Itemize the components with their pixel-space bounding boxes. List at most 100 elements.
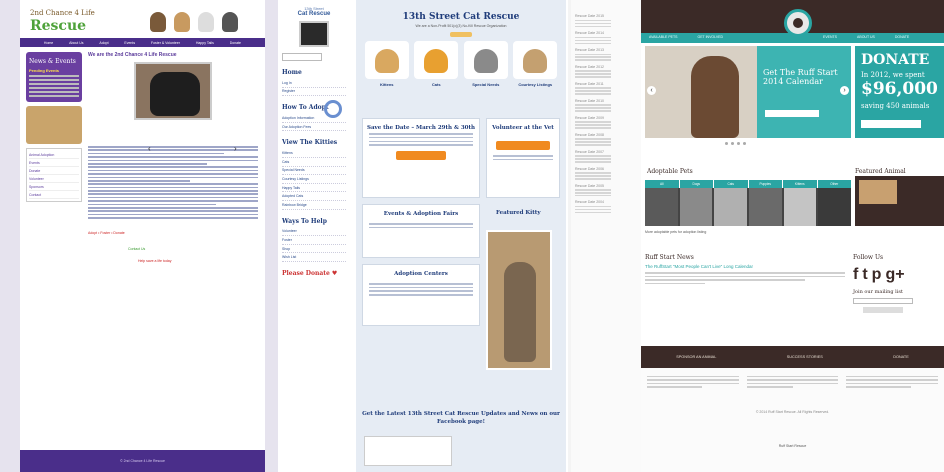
tab-dogs[interactable]: Dogs (679, 180, 713, 188)
adopt-item[interactable]: Our Adoption Fees (282, 123, 346, 132)
archive-item[interactable]: Rescue Date 2011 (575, 82, 637, 86)
save-date-button[interactable] (396, 150, 446, 160)
slider-next-icon[interactable]: › (840, 86, 849, 95)
nav-item-events[interactable]: EVENTS (823, 35, 837, 41)
subscribe-button[interactable] (863, 307, 903, 313)
menu-item[interactable]: Donate (29, 167, 79, 175)
pet-thumbnail[interactable] (679, 188, 713, 226)
tab-puppies[interactable]: Puppies (748, 180, 782, 188)
menu-item[interactable]: Animal Adoption (29, 151, 79, 159)
menu-item[interactable]: Contact (29, 191, 79, 199)
nav-item-about[interactable]: ABOUT US (857, 35, 875, 41)
more-pets-link[interactable]: More adoptable pets for adoption listing (645, 230, 706, 234)
category-kittens[interactable]: Kittens (364, 41, 409, 87)
archive-item[interactable]: Rescue Date 2015 (575, 14, 637, 18)
donate-button[interactable] (861, 120, 921, 128)
logo-line-2[interactable]: Rescue (30, 18, 86, 34)
archive-item[interactable]: Rescue Date 2007 (575, 150, 637, 154)
kitties-item[interactable]: Special Needs (282, 167, 346, 176)
help-item[interactable]: Volunteer (282, 228, 346, 237)
archive-item[interactable]: Rescue Date 2014 (575, 31, 637, 35)
nav-item-events[interactable]: Events (124, 41, 135, 45)
archive-item[interactable]: Rescue Date 2008 (575, 133, 637, 137)
slide-prev-icon[interactable]: ‹ (148, 144, 155, 153)
nav-item-donate[interactable]: DONATE (895, 35, 909, 41)
success-link[interactable]: SUCCESS STORIES (787, 355, 823, 359)
nav-item-get-involved[interactable]: GET INVOLVED (697, 35, 723, 41)
nav-item-adopt[interactable]: Adopt (99, 41, 108, 45)
tab-kittens[interactable]: Kittens (783, 180, 817, 188)
nav-item-donate[interactable]: Donate (230, 41, 241, 45)
kitties-item[interactable]: Happy Tails (282, 184, 346, 193)
donate-banner[interactable]: DONATE In 2012, we spent $96,000 saving … (855, 46, 944, 138)
kitties-item[interactable]: Kittens (282, 149, 346, 158)
slider-prev-icon[interactable]: ‹ (647, 86, 656, 95)
logo-line-1[interactable]: 2nd Chance 4 Life (30, 9, 95, 17)
facebook-widget[interactable] (364, 436, 452, 466)
kitties-item[interactable]: Cats (282, 158, 346, 167)
kitty-thumbnail[interactable] (299, 21, 329, 47)
kitties-item[interactable]: Courtesy Listings (282, 175, 346, 184)
donate-link[interactable]: DONATE (893, 355, 909, 359)
help-item[interactable]: Wish List (282, 253, 346, 262)
menu-item[interactable]: Events (29, 159, 79, 167)
news-link[interactable]: The RuffStart "Most People Can't Live" L… (645, 264, 845, 269)
slider-dots[interactable] (725, 142, 746, 145)
contact-link[interactable]: Contact Us (128, 247, 258, 251)
calendar-button[interactable] (765, 110, 819, 117)
featured-kitty-photo[interactable] (486, 230, 552, 370)
volunteer-button[interactable] (496, 141, 550, 150)
home-item[interactable]: Log In (282, 79, 346, 88)
pet-thumbnail[interactable] (714, 188, 748, 226)
archive-item[interactable]: Rescue Date 2005 (575, 184, 637, 188)
help-item[interactable]: Shop (282, 245, 346, 254)
nav-item-foster[interactable]: Foster & Volunteer (151, 41, 180, 45)
menu-item[interactable]: Sponsors (29, 183, 79, 191)
menu-item[interactable]: Volunteer (29, 175, 79, 183)
search-input[interactable] (282, 53, 322, 61)
category-courtesy[interactable]: Courtesy Listings (513, 41, 558, 87)
slide-next-icon[interactable]: › (234, 144, 241, 153)
sidebar-pet-photo[interactable] (26, 106, 82, 144)
search-icon[interactable] (324, 100, 342, 118)
tab-cats[interactable]: Cats (714, 180, 748, 188)
featured-animal-card[interactable] (855, 176, 944, 226)
donate-pill-button[interactable] (450, 32, 472, 37)
pet-thumbnail[interactable] (645, 188, 678, 226)
google-plus-icon[interactable]: g+ (885, 266, 904, 284)
sponsor-link[interactable]: SPONSOR AN ANIMAL (676, 355, 716, 359)
archive-line (575, 73, 611, 75)
pet-thumbnail[interactable] (749, 188, 782, 226)
pet-thumbnail[interactable] (818, 188, 852, 226)
nav-item-happy-tails[interactable]: Happy Tails (196, 41, 214, 45)
archive-item[interactable]: Rescue Date 2006 (575, 167, 637, 171)
home-item[interactable]: Register (282, 88, 346, 97)
nav-item-available-pets[interactable]: AVAILABLE PETS (649, 35, 677, 41)
archive-item[interactable]: Rescue Date 2012 (575, 65, 637, 69)
pinterest-icon[interactable]: p (872, 266, 882, 284)
box-title: Events & Adoption Fairs (383, 211, 459, 217)
category-special-needs[interactable]: Special Needs (463, 41, 508, 87)
kitties-item[interactable]: Rainbow Bridge (282, 201, 346, 210)
archive-item[interactable]: Rescue Date 2009 (575, 116, 637, 120)
site-logo[interactable]: 13th Street Cat Rescue (282, 6, 346, 17)
archive-item[interactable]: Rescue Date 2013 (575, 48, 637, 52)
category-cats[interactable]: Cats (414, 41, 459, 87)
box-title: Save the Date – March 29th & 30th (366, 125, 476, 131)
tab-other[interactable]: Other (817, 180, 851, 188)
kitties-item[interactable]: Adopted Cats (282, 192, 346, 201)
archive-item[interactable]: Rescue Date 2010 (575, 99, 637, 103)
section-donate[interactable]: Please Donate ♥ (282, 270, 346, 277)
archive-item[interactable]: Rescue Date 2004 (575, 200, 637, 204)
email-field[interactable] (853, 298, 913, 304)
help-item[interactable]: Foster (282, 236, 346, 245)
nav-item-about[interactable]: About Us (69, 41, 83, 45)
nav-item-home[interactable]: Home (44, 41, 53, 45)
tab-all[interactable]: All (645, 180, 679, 188)
paw-logo-icon[interactable] (784, 9, 812, 37)
facebook-icon[interactable]: f (853, 266, 858, 284)
hero-slider[interactable]: Get The Ruff Start 2014 Calendar ‹ › (645, 46, 851, 138)
slideshow[interactable] (134, 62, 212, 120)
pet-thumbnail[interactable] (783, 188, 817, 226)
twitter-icon[interactable]: t (862, 266, 867, 284)
